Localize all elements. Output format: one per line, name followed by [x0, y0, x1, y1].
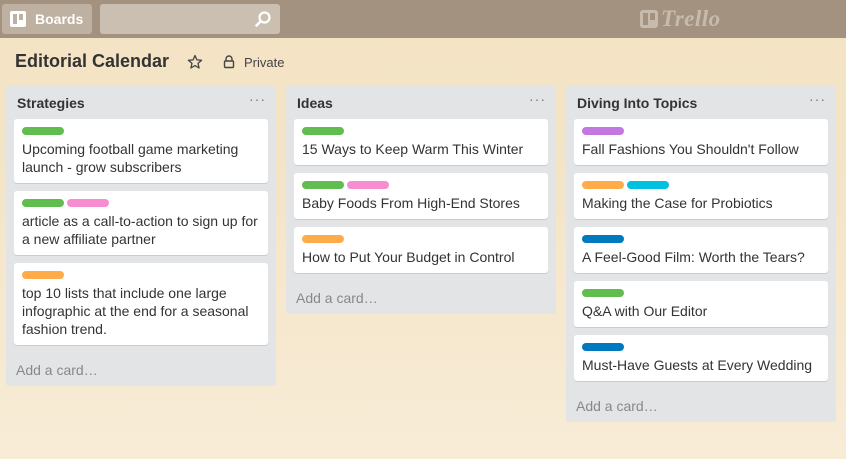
card-title: top 10 lists that include one large info… [22, 285, 249, 337]
label-pink [347, 181, 389, 189]
card-labels [302, 235, 344, 243]
top-bar: Boards Trello [0, 0, 846, 38]
card-labels [22, 271, 64, 279]
trello-logo-text: Trello [661, 6, 721, 31]
label-orange [22, 271, 64, 279]
card[interactable]: Upcoming football game marketing launch … [14, 119, 268, 183]
privacy-toggle[interactable]: Private [244, 55, 284, 70]
list-menu-icon[interactable]: ··· [529, 92, 546, 106]
list-diving-into-topics: Diving Into Topics ··· Fall Fashions You… [566, 85, 836, 422]
card[interactable]: How to Put Your Budget in Control [294, 227, 548, 273]
card-title: Fall Fashions You Shouldn't Follow [582, 141, 799, 157]
label-green [302, 181, 344, 189]
card-title: A Feel-Good Film: Worth the Tears? [582, 249, 805, 265]
label-green [22, 127, 64, 135]
label-orange [582, 181, 624, 189]
card-labels [582, 343, 624, 351]
list-menu-icon[interactable]: ··· [249, 92, 266, 106]
card-title: 15 Ways to Keep Warm This Winter [302, 141, 524, 157]
card-labels [302, 181, 389, 189]
card-labels [22, 199, 109, 207]
search-input[interactable] [100, 4, 280, 34]
card-labels [582, 235, 624, 243]
search-icon[interactable] [254, 10, 272, 28]
card-labels [582, 127, 624, 135]
boards-button[interactable]: Boards [2, 4, 92, 34]
list-strategies: Strategies ··· Upcoming football game ma… [6, 85, 276, 386]
card[interactable]: Q&A with Our Editor [574, 281, 828, 327]
card[interactable]: Making the Case for Probiotics [574, 173, 828, 219]
label-sky [627, 181, 669, 189]
search-box[interactable] [100, 4, 280, 34]
label-purple [582, 127, 624, 135]
card[interactable]: Must-Have Guests at Every Wedding [574, 335, 828, 381]
card-title: Upcoming football game marketing launch … [22, 141, 239, 175]
card-labels [22, 127, 64, 135]
list-ideas: Ideas ··· 15 Ways to Keep Warm This Wint… [286, 85, 556, 314]
card-labels [582, 289, 624, 297]
card-labels [302, 127, 344, 135]
label-blue [582, 343, 624, 351]
card-title: article as a call-to-action to sign up f… [22, 213, 258, 247]
boards-button-label: Boards [35, 11, 84, 27]
add-card-button[interactable]: Add a card… [296, 290, 378, 306]
label-green [302, 127, 344, 135]
list-title[interactable]: Strategies [17, 95, 85, 111]
list-title[interactable]: Ideas [297, 95, 333, 111]
card-title: How to Put Your Budget in Control [302, 249, 515, 265]
card[interactable]: Baby Foods From High-End Stores [294, 173, 548, 219]
label-green [22, 199, 64, 207]
card-title: Baby Foods From High-End Stores [302, 195, 520, 211]
lock-icon [223, 55, 235, 69]
list-title[interactable]: Diving Into Topics [577, 95, 697, 111]
card[interactable]: article as a call-to-action to sign up f… [14, 191, 268, 255]
list-menu-icon[interactable]: ··· [809, 92, 826, 106]
boards-icon [10, 11, 26, 27]
trello-logo[interactable]: Trello [640, 6, 721, 32]
star-icon[interactable] [187, 54, 203, 70]
card[interactable]: top 10 lists that include one large info… [14, 263, 268, 345]
label-blue [582, 235, 624, 243]
card[interactable]: Fall Fashions You Shouldn't Follow [574, 119, 828, 165]
add-card-button[interactable]: Add a card… [576, 398, 658, 414]
label-green [582, 289, 624, 297]
card[interactable]: A Feel-Good Film: Worth the Tears? [574, 227, 828, 273]
card[interactable]: 15 Ways to Keep Warm This Winter [294, 119, 548, 165]
add-card-button[interactable]: Add a card… [16, 362, 98, 378]
card-title: Must-Have Guests at Every Wedding [582, 357, 813, 373]
label-orange [302, 235, 344, 243]
label-pink [67, 199, 109, 207]
card-labels [582, 181, 669, 189]
board-title[interactable]: Editorial Calendar [15, 51, 169, 72]
card-title: Making the Case for Probiotics [582, 195, 773, 211]
card-title: Q&A with Our Editor [582, 303, 708, 319]
trello-logo-icon [640, 10, 658, 28]
